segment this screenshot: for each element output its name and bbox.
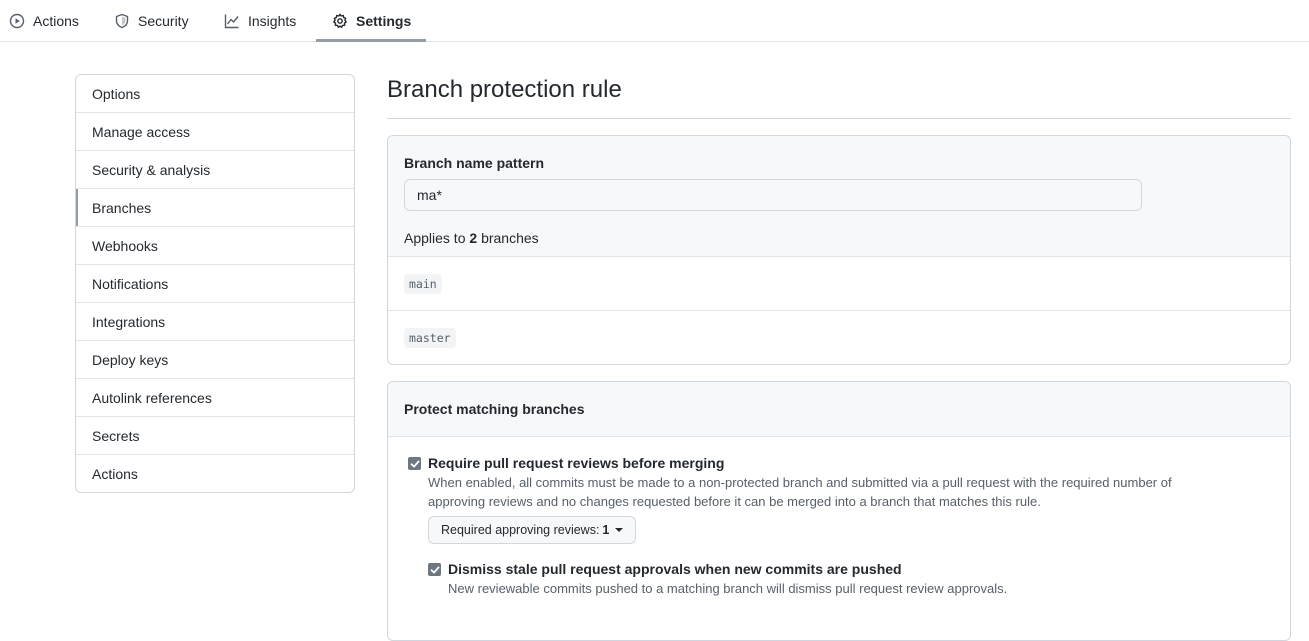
branch-name: master (404, 328, 456, 348)
tab-label: Insights (248, 13, 297, 29)
sidebar-item-autolink-references[interactable]: Autolink references (76, 378, 354, 416)
tab-label: Actions (33, 13, 79, 29)
sidebar-item-manage-access[interactable]: Manage access (76, 112, 354, 150)
require-reviews-description: When enabled, all commits must be made t… (428, 473, 1248, 511)
selected-tab-indicator (316, 39, 426, 42)
list-item: main (388, 257, 1290, 311)
sidebar-item-label: Security & analysis (92, 161, 211, 178)
required-reviews-select[interactable]: Required approving reviews: 1 (428, 516, 637, 544)
branch-pattern-input[interactable] (404, 179, 1142, 211)
repo-nav: Actions Security Insights Settings (0, 0, 1309, 42)
dismiss-stale-description: New reviewable commits pushed to a match… (448, 581, 1008, 596)
graph-icon (224, 13, 240, 29)
tab-label: Settings (356, 13, 412, 29)
description-line: approving reviews and no changes request… (428, 494, 1041, 509)
page-title: Branch protection rule (387, 76, 622, 103)
branch-name: main (404, 273, 442, 294)
sidebar-item-branches[interactable]: Branches (76, 188, 354, 226)
sidebar-item-label: Autolink references (92, 389, 212, 406)
tab-label: Security (138, 13, 189, 29)
sidebar-item-label: Integrations (92, 313, 166, 330)
branch-pattern-header: Branch name pattern Applies to 2 branche… (388, 136, 1290, 257)
sidebar-item-label: Notifications (92, 275, 169, 292)
tab-settings[interactable]: Settings (332, 0, 411, 42)
applies-suffix: branches (481, 230, 539, 246)
tab-actions[interactable]: Actions (9, 0, 79, 42)
dismiss-stale-checkbox[interactable] (428, 563, 441, 576)
require-reviews-title: Require pull request reviews before merg… (428, 455, 725, 471)
caret-down-icon (615, 528, 624, 532)
sidebar-item-options[interactable]: Options (76, 75, 354, 112)
select-value: 1 (602, 523, 610, 537)
branch-pattern-box: Branch name pattern Applies to 2 branche… (387, 135, 1291, 365)
description-line: When enabled, all commits must be made t… (428, 475, 1172, 490)
divider (387, 118, 1291, 119)
sidebar-item-label: Manage access (92, 123, 191, 140)
dismiss-stale-title: Dismiss stale pull request approvals whe… (448, 561, 902, 577)
sidebar-item-deploy-keys[interactable]: Deploy keys (76, 340, 354, 378)
checkmark-icon (430, 566, 439, 573)
shield-icon (114, 13, 130, 29)
sidebar-item-label: Deploy keys (92, 351, 169, 368)
applies-to-text: Applies to 2 branches (404, 230, 539, 246)
sidebar-item-label: Branches (92, 199, 152, 216)
protect-branches-box: Protect matching branches Require pull r… (387, 381, 1291, 641)
select-label: Required approving reviews: (441, 523, 600, 537)
require-reviews-checkbox[interactable] (408, 457, 421, 470)
protect-branches-heading: Protect matching branches (388, 382, 1290, 437)
require-reviews-option: Require pull request reviews before merg… (388, 437, 1290, 637)
sidebar-item-secrets[interactable]: Secrets (76, 416, 354, 454)
tab-insights[interactable]: Insights (224, 0, 296, 42)
play-icon (9, 13, 25, 29)
sidebar-item-webhooks[interactable]: Webhooks (76, 226, 354, 264)
applies-count: 2 (469, 230, 478, 246)
sidebar-item-label: Actions (92, 465, 138, 482)
settings-sidebar: Options Manage access Security & analysi… (75, 74, 355, 493)
gear-icon (332, 13, 348, 29)
sidebar-item-security-analysis[interactable]: Security & analysis (76, 150, 354, 188)
sidebar-item-integrations[interactable]: Integrations (76, 302, 354, 340)
tab-security[interactable]: Security (114, 0, 189, 42)
list-item: master (388, 311, 1290, 364)
sidebar-item-label: Secrets (92, 427, 140, 444)
sidebar-item-label: Options (92, 85, 141, 102)
checkmark-icon (410, 460, 419, 467)
applies-prefix: Applies to (404, 230, 466, 246)
sidebar-item-notifications[interactable]: Notifications (76, 264, 354, 302)
branch-pattern-label: Branch name pattern (404, 155, 545, 171)
sidebar-item-label: Webhooks (92, 237, 158, 254)
sidebar-item-actions[interactable]: Actions (76, 454, 354, 492)
